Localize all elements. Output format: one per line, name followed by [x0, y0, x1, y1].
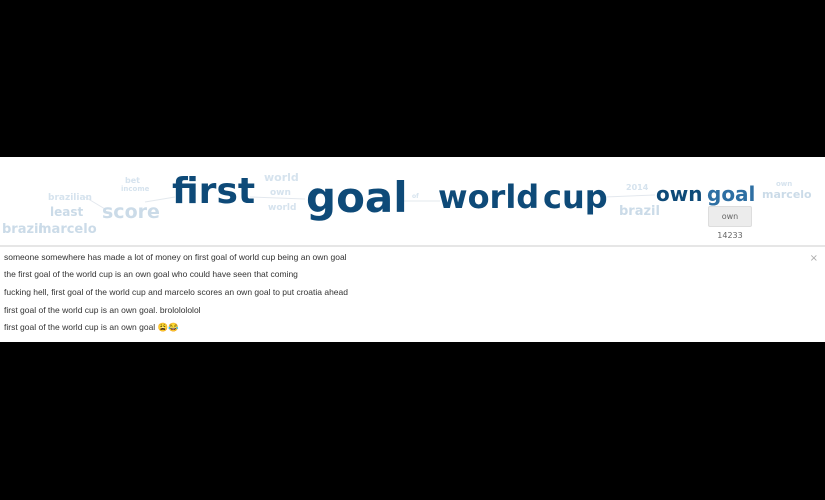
- cloud-word-world-1[interactable]: world: [264, 172, 299, 183]
- cloud-word-first[interactable]: first: [172, 174, 255, 210]
- tweet-item: the first goal of the world cup is an ow…: [4, 269, 298, 279]
- cloud-word-marcelo-right[interactable]: marcelo: [762, 189, 812, 200]
- app-panel: brazilian least brazil marcelo bet incom…: [0, 157, 825, 342]
- tweet-item: someone somewhere has made a lot of mone…: [4, 252, 347, 262]
- cloud-word-income[interactable]: income: [121, 186, 149, 193]
- cloud-word-marcelo-left[interactable]: marcelo: [38, 223, 97, 236]
- cloud-word-world[interactable]: world: [438, 181, 539, 213]
- close-icon[interactable]: ×: [810, 253, 818, 264]
- tweet-item: first goal of the world cup is an own go…: [4, 322, 179, 332]
- divider: [0, 245, 825, 247]
- cloud-word-world-2[interactable]: world: [268, 204, 296, 213]
- cloud-word-own-small[interactable]: own: [270, 189, 291, 198]
- word-cloud: brazilian least brazil marcelo bet incom…: [0, 157, 825, 245]
- cloud-word-bet[interactable]: bet: [125, 177, 140, 185]
- tweet-list: × someone somewhere has made a lot of mo…: [0, 248, 825, 342]
- tweet-item: fucking hell, first goal of the world cu…: [4, 287, 348, 297]
- cloud-word-brazil-right[interactable]: brazil: [619, 205, 660, 218]
- cloud-word-goal-right[interactable]: goal: [707, 184, 755, 204]
- cloud-word-of[interactable]: of: [412, 194, 419, 200]
- cloud-word-least[interactable]: least: [50, 206, 83, 218]
- cloud-word-score[interactable]: score: [102, 203, 160, 222]
- cloud-word-2014[interactable]: 2014: [626, 184, 648, 192]
- tweet-item: first goal of the world cup is an own go…: [4, 305, 201, 315]
- cloud-word-cup[interactable]: cup: [543, 181, 608, 213]
- cloud-word-own-small-right[interactable]: own: [776, 181, 792, 188]
- cloud-word-brazil[interactable]: brazil: [2, 223, 43, 236]
- cloud-word-own[interactable]: own: [656, 184, 702, 204]
- cloud-word-goal[interactable]: goal: [306, 177, 408, 219]
- word-count-tooltip: own 14233: [708, 206, 752, 240]
- cloud-word-brazilian[interactable]: brazilian: [48, 194, 92, 203]
